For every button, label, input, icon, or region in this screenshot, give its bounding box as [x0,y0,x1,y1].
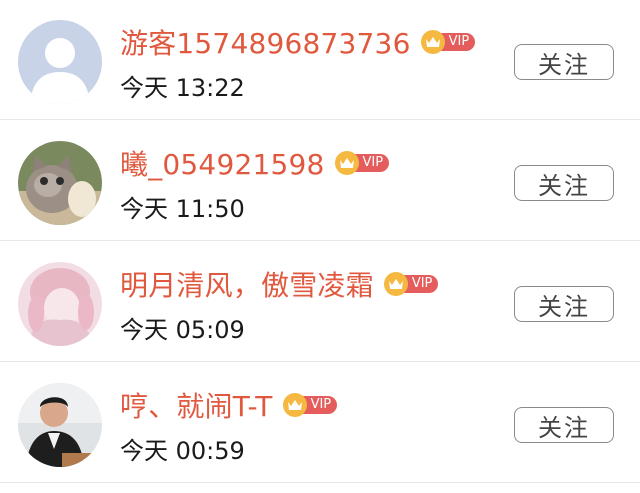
follow-button[interactable]: 关注 [514,165,614,201]
timestamp: 今天 00:59 [120,437,245,465]
list-item[interactable]: 游客1574896873736 VIP 今天 13:22 关注 [0,0,640,120]
crown-icon [282,393,307,417]
user-name[interactable]: 哼、就闹T-T [120,385,273,425]
vip-badge: VIP [383,272,439,296]
kitten-photo-avatar[interactable] [18,141,102,225]
follow-button[interactable]: 关注 [514,407,614,443]
user-name[interactable]: 曦_054921598 [120,143,325,183]
crown-icon [383,272,408,296]
timestamp: 今天 11:50 [120,195,245,223]
timestamp: 今天 05:09 [120,316,245,344]
list-item[interactable]: 哼、就闹T-T VIP 今天 00:59 关注 [0,363,640,483]
follow-button[interactable]: 关注 [514,44,614,80]
timestamp: 今天 13:22 [120,74,245,102]
user-name[interactable]: 明月清风，傲雪凌霜 [120,264,374,304]
person-photo-avatar[interactable] [18,383,102,467]
crown-icon [420,30,445,54]
follow-button[interactable]: 关注 [514,286,614,322]
vip-badge: VIP [282,393,338,417]
vip-badge: VIP [420,30,476,54]
vip-badge: VIP [334,151,390,175]
anime-girl-avatar[interactable] [18,262,102,346]
crown-icon [334,151,359,175]
default-user-avatar[interactable] [18,20,102,104]
follower-list: 游客1574896873736 VIP 今天 13:22 关注 曦_054921… [0,0,640,493]
list-item[interactable]: 曦_054921598 VIP 今天 11:50 关注 [0,121,640,241]
list-item[interactable]: 明月清风，傲雪凌霜 VIP 今天 05:09 关注 [0,242,640,362]
user-name[interactable]: 游客1574896873736 [120,22,411,62]
